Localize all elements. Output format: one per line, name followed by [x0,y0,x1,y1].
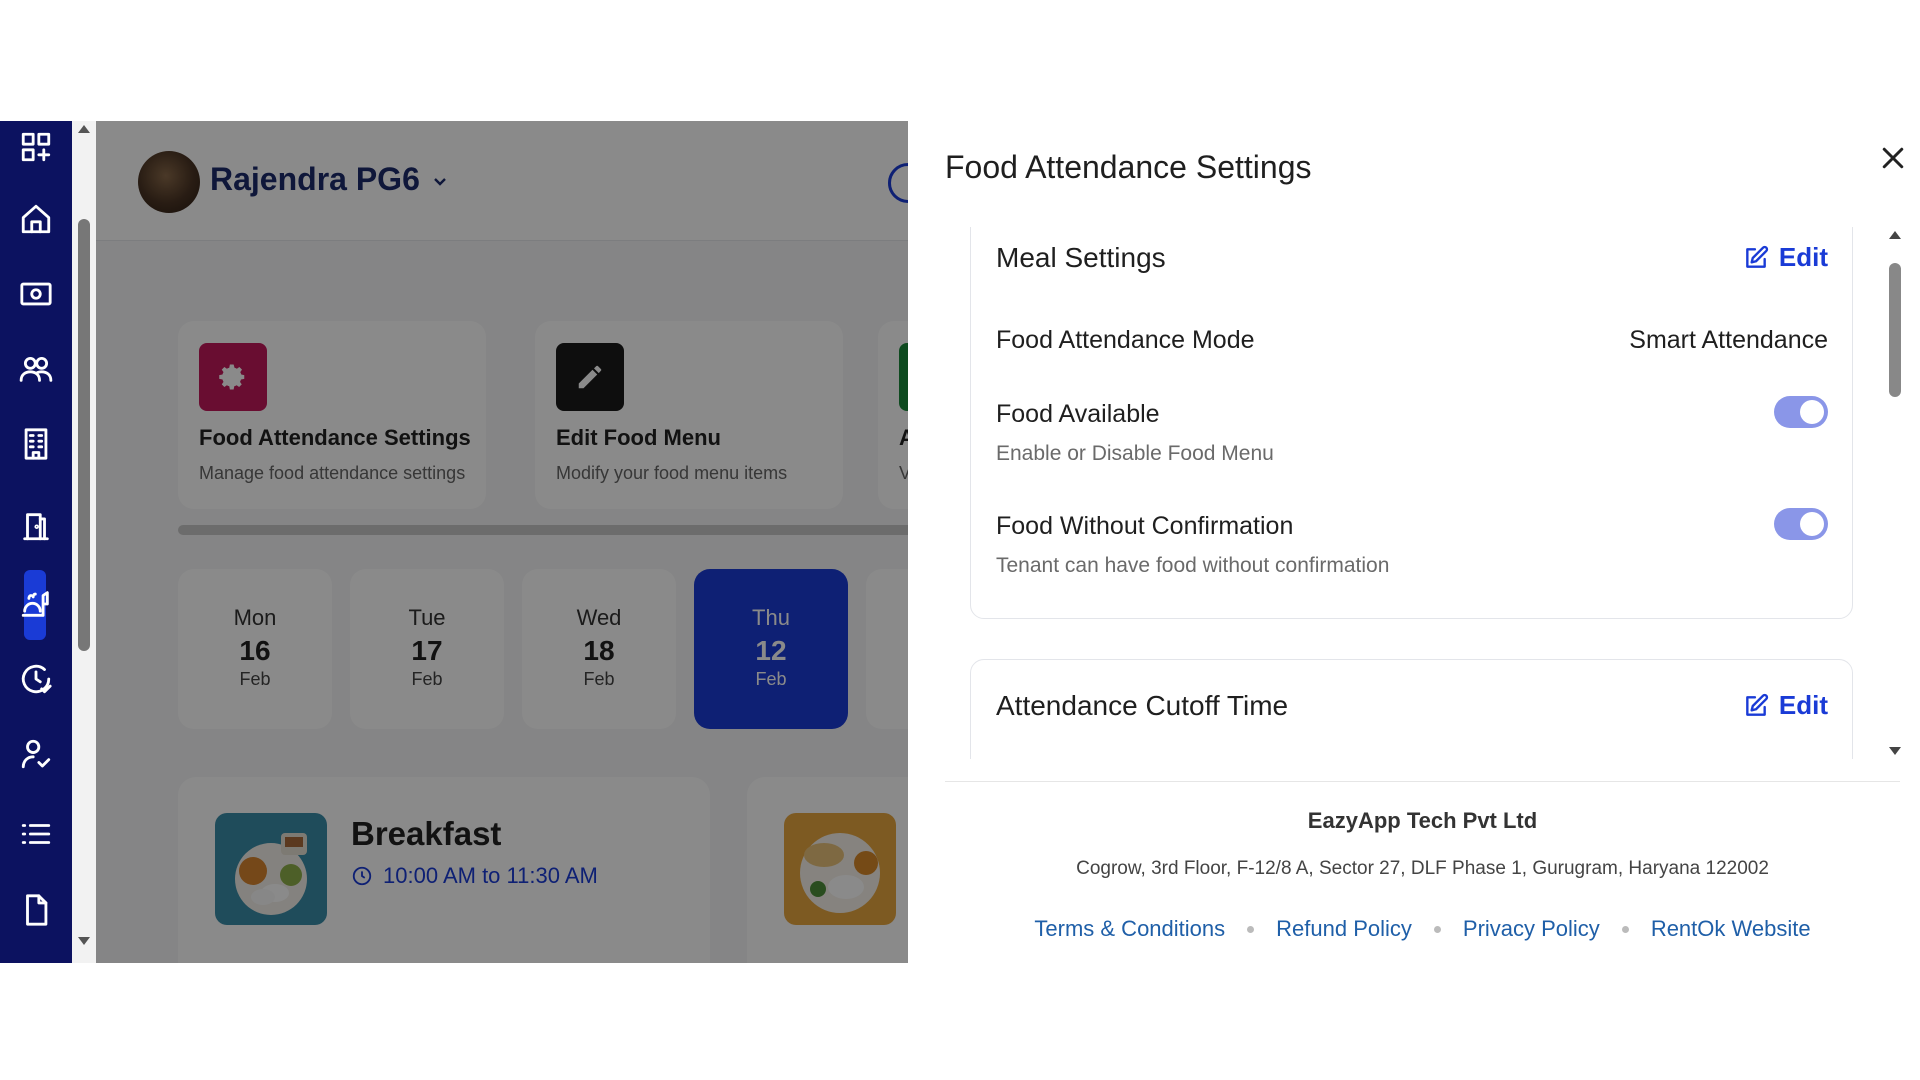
attendance-cutoff-section: Attendance Cutoff Time Edit [970,659,1853,759]
meal-settings-section: Meal Settings Edit Food Attendance Mode … [970,227,1853,619]
company-name: EazyApp Tech Pvt Ltd [1307,808,1538,833]
user-check-icon[interactable] [18,736,54,772]
attendance-icon[interactable] [18,661,54,697]
food-without-confirmation-description: Tenant can have food without confirmatio… [996,554,1390,577]
section-title: Meal Settings [996,242,1166,273]
main-content: Rajendra PG6 Food Attendance Settings Ma… [96,121,908,963]
apps-icon[interactable] [18,129,54,165]
toggle-knob [1800,400,1824,424]
rentok-website-link[interactable]: RentOk Website [1651,916,1811,942]
scroll-down-arrow-icon[interactable] [78,937,90,945]
food-attendance-mode-value: Smart Attendance [1629,326,1828,354]
drawer-title: Food Attendance Settings [945,149,1312,185]
close-icon[interactable] [1878,143,1910,175]
section-title: Attendance Cutoff Time [996,690,1289,721]
company-address: Cogrow, 3rd Floor, F-12/8 A, Sector 27, … [1076,858,1769,879]
footer-links: Terms & Conditions Refund Policy Privacy… [945,916,1900,942]
scrollbar-thumb[interactable] [1889,263,1901,397]
list-icon[interactable] [18,816,54,852]
drawer-scroll-area[interactable]: Meal Settings Edit Food Attendance Mode … [945,227,1883,759]
scrollbar-thumb[interactable] [78,219,90,651]
separator-dot [1247,925,1255,933]
tenants-icon[interactable] [18,351,54,387]
edit-meal-settings-button[interactable]: Edit [1743,242,1828,273]
food-available-label: Food Available [996,400,1160,428]
refund-policy-link[interactable]: Refund Policy [1276,916,1412,942]
food-without-confirmation-toggle[interactable] [1774,508,1828,540]
edit-icon [1746,693,1768,716]
food-attendance-mode-label: Food Attendance Mode [996,326,1255,354]
scroll-down-arrow-icon[interactable] [1889,747,1901,755]
food-icon[interactable] [18,586,54,622]
edit-label: Edit [1778,242,1828,272]
scroll-up-arrow-icon[interactable] [78,125,90,133]
rooms-icon[interactable] [18,508,54,544]
edit-label: Edit [1778,690,1828,720]
modal-backdrop[interactable] [96,121,908,963]
edit-icon [1746,245,1768,268]
app-window: Rajendra PG6 Food Attendance Settings Ma… [0,121,1920,963]
sidebar [0,121,72,963]
scroll-up-arrow-icon[interactable] [1889,231,1901,239]
edit-cutoff-button[interactable]: Edit [1743,690,1828,721]
food-available-toggle[interactable] [1774,396,1828,428]
payments-icon[interactable] [18,276,54,312]
separator-dot [1621,925,1629,933]
settings-drawer: Food Attendance Settings Meal Settings E… [908,121,1920,963]
privacy-policy-link[interactable]: Privacy Policy [1463,916,1600,942]
document-icon[interactable] [18,892,54,928]
food-available-description: Enable or Disable Food Menu [996,442,1274,465]
food-without-confirmation-label: Food Without Confirmation [996,512,1294,540]
toggle-knob [1800,512,1824,536]
building-icon[interactable] [18,426,54,462]
separator-dot [1433,925,1441,933]
terms-link[interactable]: Terms & Conditions [1034,916,1225,942]
drawer-footer: EazyApp Tech Pvt Ltd Cogrow, 3rd Floor, … [945,781,1900,963]
main-scrollbar[interactable] [72,121,96,963]
home-icon[interactable] [18,201,54,237]
drawer-scrollbar[interactable] [1883,227,1907,759]
